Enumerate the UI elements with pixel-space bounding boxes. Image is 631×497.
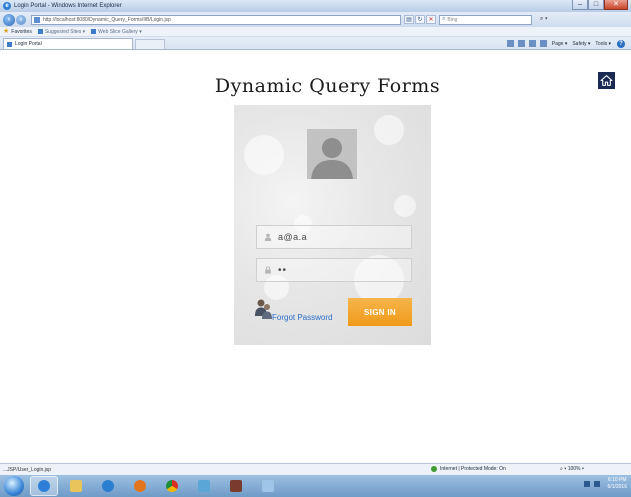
- status-link-url: ...JSP/User_Login.jsp: [3, 466, 52, 473]
- forgot-password-link[interactable]: Forgot Password: [254, 298, 333, 322]
- mail-icon[interactable]: [528, 40, 536, 47]
- security-zone[interactable]: Internet | Protected Mode: On: [431, 466, 506, 472]
- url-input[interactable]: http://localhost:8080/Dynamic_Query_Form…: [31, 14, 401, 25]
- clock[interactable]: 6:10 PM 6/1/2016: [608, 477, 627, 491]
- minimize-button[interactable]: –: [572, 0, 588, 10]
- feeds-icon[interactable]: [517, 40, 525, 47]
- user-icon: [263, 233, 272, 242]
- refresh-icon[interactable]: ↻: [415, 15, 425, 24]
- forgot-password-users-icon: [255, 299, 272, 319]
- close-button[interactable]: ✕: [604, 0, 628, 10]
- password-field[interactable]: ••: [256, 258, 412, 282]
- url-text: http://localhost:8080/Dynamic_Query_Form…: [43, 16, 171, 23]
- favorites-item-web-slice-gallery[interactable]: Web Slice Gallery ▾: [91, 29, 142, 35]
- sign-in-button[interactable]: SIGN IN: [348, 298, 412, 326]
- taskbar-firefox-icon[interactable]: [126, 476, 154, 496]
- favorites-star-icon[interactable]: ★: [3, 28, 9, 35]
- internet-zone-icon: [431, 466, 437, 472]
- page-menu[interactable]: Page ▾: [552, 41, 568, 47]
- taskbar-chrome-icon[interactable]: [158, 476, 186, 496]
- volume-icon[interactable]: [593, 481, 600, 487]
- lock-icon: [263, 266, 272, 275]
- search-placeholder: Bing: [447, 16, 458, 23]
- favorites-label[interactable]: Favorites: [11, 29, 32, 35]
- taskbar-explorer-icon[interactable]: [62, 476, 90, 496]
- back-button[interactable]: ‹: [3, 13, 15, 26]
- username-value: a@a.a: [278, 232, 308, 242]
- internet-explorer-icon: e: [3, 2, 11, 10]
- favorites-bar: ★ Favorites Suggested Sites ▾ Web Slice …: [0, 27, 631, 37]
- home-button[interactable]: [598, 72, 615, 89]
- home-icon: [600, 75, 613, 86]
- password-value: ••: [278, 264, 288, 276]
- site-icon: [37, 29, 43, 34]
- zoom-icon: ⌕ ▾: [560, 466, 568, 472]
- favorites-item-suggested-sites[interactable]: Suggested Sites ▾: [37, 29, 85, 35]
- search-icon: ⌕: [442, 16, 446, 22]
- site-icon: [91, 29, 97, 34]
- print-icon[interactable]: [539, 40, 547, 47]
- tools-menu[interactable]: Tools ▾: [595, 41, 611, 47]
- window-title: Login Portal - Windows Internet Explorer: [14, 3, 122, 9]
- zoom-level[interactable]: ⌕ ▾ 100% ▾: [560, 466, 584, 472]
- address-actions: ▤ ↻ ✕: [404, 15, 437, 24]
- start-button[interactable]: [4, 476, 24, 496]
- address-bar: ‹ › http://localhost:8080/Dynamic_Query_…: [0, 12, 631, 27]
- page-title: Dynamic Query Forms: [214, 75, 441, 97]
- forward-button[interactable]: ›: [16, 14, 26, 25]
- status-bar: ...JSP/User_Login.jsp Internet | Protect…: [0, 463, 631, 475]
- taskbar-app-icon[interactable]: [190, 476, 218, 496]
- page-viewport: Dynamic Query Forms a@a.a •• Forgot Pass…: [0, 50, 631, 463]
- window-title-bar: e Login Portal - Windows Internet Explor…: [0, 0, 631, 12]
- new-tab-button[interactable]: [135, 39, 165, 49]
- safety-menu[interactable]: Safety ▾: [572, 41, 590, 47]
- window-controls: – □ ✕: [572, 0, 628, 10]
- username-field[interactable]: a@a.a: [256, 225, 412, 249]
- page-icon: [34, 16, 40, 23]
- taskbar-internet-explorer-icon[interactable]: [30, 476, 58, 496]
- taskbar-settings-icon[interactable]: [222, 476, 250, 496]
- user-avatar-icon: [307, 129, 357, 179]
- compatibility-view-icon[interactable]: ▤: [404, 15, 414, 24]
- taskbar-media-player-icon[interactable]: [94, 476, 122, 496]
- taskbar: 6:10 PM 6/1/2016: [0, 475, 631, 497]
- maximize-button[interactable]: □: [588, 0, 604, 10]
- forgot-password-label: Forgot Password: [272, 313, 333, 322]
- network-icon[interactable]: [583, 481, 590, 487]
- tab-page-icon: [7, 41, 12, 47]
- help-icon[interactable]: ?: [617, 39, 625, 48]
- clock-date: 6/1/2016: [607, 484, 627, 490]
- clock-time: 6:10 PM: [607, 477, 627, 483]
- search-input[interactable]: ⌕ Bing: [439, 14, 532, 25]
- taskbar-pinned-apps: [30, 476, 286, 496]
- search-options-icon[interactable]: ⌕ ▾: [540, 16, 548, 23]
- home-toolbar-icon[interactable]: [506, 40, 514, 47]
- stop-icon[interactable]: ✕: [426, 15, 436, 24]
- taskbar-paint-icon[interactable]: [254, 476, 282, 496]
- command-bar: Page ▾ Safety ▾ Tools ▾ ?: [503, 38, 625, 49]
- login-card: a@a.a •• Forgot Password SIGN IN: [234, 105, 431, 345]
- system-tray: 6:10 PM 6/1/2016: [583, 477, 627, 491]
- tab-label: Login Portal: [15, 41, 42, 47]
- tab-login-portal[interactable]: Login Portal: [3, 38, 133, 49]
